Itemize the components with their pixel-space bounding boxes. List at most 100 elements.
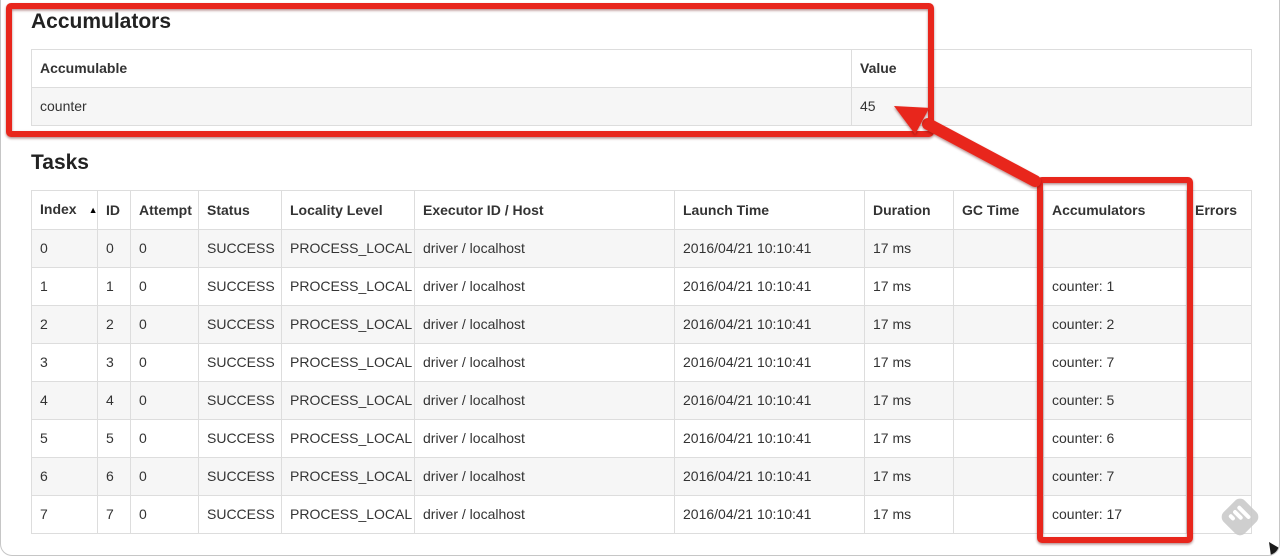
tasks-section-title: Tasks	[31, 151, 89, 174]
table-cell: 2	[97, 305, 131, 344]
table-cell: 0	[130, 381, 199, 420]
table-cell: driver / localhost	[414, 457, 675, 496]
table-cell: 0	[97, 229, 131, 268]
table-row: 2 2 0 SUCCESS PROCESS_LOCAL driver / localhos…	[31, 305, 1252, 344]
table-cell: PROCESS_LOCAL	[281, 267, 415, 306]
table-cell: 0	[31, 229, 98, 268]
table-row: 4 4 0 SUCCESS PROCESS_LOCAL driver / localhos…	[31, 381, 1252, 420]
table-cell: 17 ms	[864, 495, 954, 534]
table-cell: 2016/04/21 10:10:41	[674, 457, 865, 496]
table-cell: driver / localhost	[414, 343, 675, 382]
tasks-header-row: Index ▲ ID Attempt Status Locality Level Execu…	[31, 190, 1252, 230]
table-cell	[953, 419, 1044, 458]
table-cell: 2016/04/21 10:10:41	[674, 305, 865, 344]
column-header-label: ID	[106, 201, 120, 218]
table-cell: counter: 1	[1043, 267, 1187, 306]
table-cell: 7	[97, 495, 131, 534]
table-cell: SUCCESS	[198, 381, 282, 420]
table-cell: SUCCESS	[198, 305, 282, 344]
table-cell: counter: 17	[1043, 495, 1187, 534]
table-cell: 17 ms	[864, 381, 954, 420]
table-cell	[1186, 457, 1252, 496]
table-cell: 17 ms	[864, 457, 954, 496]
table-cell: 1	[97, 267, 131, 306]
table-cell: counter: 7	[1043, 457, 1187, 496]
table-cell	[953, 495, 1044, 534]
table-row: 1 1 0 SUCCESS PROCESS_LOCAL driver / localhos…	[31, 267, 1252, 306]
annotation-arrow-shaft	[922, 118, 1041, 187]
table-cell: SUCCESS	[198, 495, 282, 534]
tasks-column-header-locality-level[interactable]: Locality Level	[281, 190, 415, 230]
tasks-column-header-executor-id-host[interactable]: Executor ID / Host	[414, 190, 675, 230]
table-cell: 4	[97, 381, 131, 420]
tasks-column-header-errors[interactable]: Errors	[1186, 190, 1252, 230]
column-header-label: Executor ID / Host	[423, 201, 544, 218]
table-cell: counter: 6	[1043, 419, 1187, 458]
table-cell	[1186, 495, 1252, 534]
table-cell: PROCESS_LOCAL	[281, 229, 415, 268]
table-cell	[953, 267, 1044, 306]
tasks-column-header-launch-time[interactable]: Launch Time	[674, 190, 865, 230]
table-cell: 2	[31, 305, 98, 344]
table-cell: 2016/04/21 10:10:41	[674, 267, 865, 306]
table-cell: 17 ms	[864, 343, 954, 382]
tasks-table: Index ▲ ID Attempt Status Locality Level Execu…	[31, 190, 1252, 534]
table-cell: driver / localhost	[414, 267, 675, 306]
table-cell: counter: 7	[1043, 343, 1187, 382]
column-header-label: Value	[860, 60, 897, 76]
table-cell	[1186, 267, 1252, 306]
table-cell: PROCESS_LOCAL	[281, 495, 415, 534]
table-cell: 2016/04/21 10:10:41	[674, 343, 865, 382]
table-cell: 0	[130, 495, 199, 534]
accumulators-column-header-value: Value	[851, 49, 1252, 88]
table-cell	[1186, 343, 1252, 382]
table-cell	[953, 381, 1044, 420]
table-cell: 17 ms	[864, 229, 954, 268]
table-cell: 5	[31, 419, 98, 458]
table-cell	[953, 229, 1044, 268]
table-row: 7 7 0 SUCCESS PROCESS_LOCAL driver / localhos…	[31, 495, 1252, 534]
table-cell: SUCCESS	[198, 457, 282, 496]
table-cell: PROCESS_LOCAL	[281, 419, 415, 458]
table-cell: 17 ms	[864, 305, 954, 344]
column-header-label: Duration	[873, 201, 931, 218]
table-cell: counter: 2	[1043, 305, 1187, 344]
table-cell: counter	[31, 87, 852, 126]
table-cell: 5	[97, 419, 131, 458]
tasks-column-header-duration[interactable]: Duration	[864, 190, 954, 230]
table-cell: 0	[130, 229, 199, 268]
table-cell: 3	[31, 343, 98, 382]
table-cell: 2016/04/21 10:10:41	[674, 419, 865, 458]
accumulators-table-body: counter 45	[31, 87, 1252, 126]
table-cell: counter: 5	[1043, 381, 1187, 420]
tasks-table-body: 0 0 0 SUCCESS PROCESS_LOCAL driver / localhos…	[31, 229, 1252, 534]
table-cell	[1186, 229, 1252, 268]
table-cell: 17 ms	[864, 419, 954, 458]
table-row: 3 3 0 SUCCESS PROCESS_LOCAL driver / localhos…	[31, 343, 1252, 382]
column-header-label: GC Time	[962, 201, 1020, 218]
table-cell: driver / localhost	[414, 305, 675, 344]
tasks-column-header-index[interactable]: Index ▲	[31, 190, 98, 230]
mouse-cursor	[1269, 542, 1279, 555]
table-row: 5 5 0 SUCCESS PROCESS_LOCAL driver / localhos…	[31, 419, 1252, 458]
tasks-column-header-status[interactable]: Status	[198, 190, 282, 230]
table-cell: 6	[97, 457, 131, 496]
table-cell	[1186, 305, 1252, 344]
table-cell: 0	[130, 267, 199, 306]
table-cell: PROCESS_LOCAL	[281, 305, 415, 344]
table-row: 6 6 0 SUCCESS PROCESS_LOCAL driver / localhos…	[31, 457, 1252, 496]
column-header-label: Errors	[1195, 201, 1238, 218]
tasks-column-header-accumulators[interactable]: Accumulators	[1043, 190, 1187, 230]
spark-stage-detail-page: Accumulators Accumulable Value counter 45 …	[0, 0, 1280, 556]
table-cell	[953, 305, 1044, 344]
table-cell: 2016/04/21 10:10:41	[674, 229, 865, 268]
tasks-column-header-gc-time[interactable]: GC Time	[953, 190, 1044, 230]
table-cell: SUCCESS	[198, 343, 282, 382]
column-header-label: Index	[40, 201, 77, 217]
table-cell	[953, 457, 1044, 496]
table-cell: driver / localhost	[414, 495, 675, 534]
column-header-label: Accumulable	[40, 60, 128, 76]
tasks-column-header-id[interactable]: ID	[97, 190, 131, 230]
table-cell: SUCCESS	[198, 419, 282, 458]
tasks-column-header-attempt[interactable]: Attempt	[130, 190, 199, 230]
